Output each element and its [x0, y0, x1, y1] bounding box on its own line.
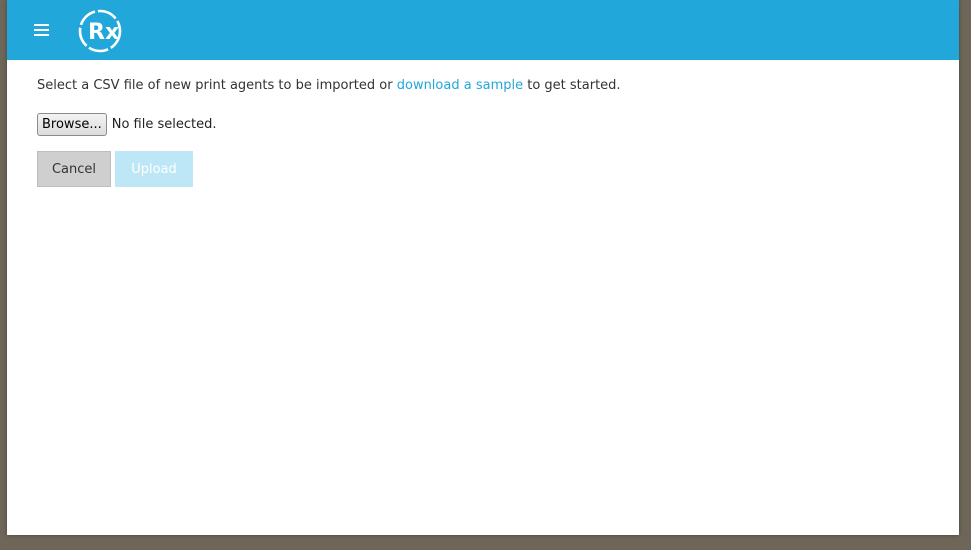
app-window: Rx Select a CSV file of new print agents…	[7, 0, 959, 535]
file-picker: Browse... No file selected.	[37, 112, 216, 136]
cancel-button[interactable]: Cancel	[37, 151, 111, 187]
top-bar: Rx	[7, 0, 959, 60]
logo-text: Rx	[88, 20, 119, 45]
instructions-text-after: to get started.	[523, 78, 621, 93]
menu-bar-line	[34, 34, 49, 36]
browse-button[interactable]: Browse...	[37, 112, 107, 136]
instructions-text-before: Select a CSV file of new print agents to…	[37, 78, 397, 93]
form-actions: Cancel Upload	[37, 151, 193, 187]
file-status-text: No file selected.	[111, 116, 217, 132]
import-instructions: Select a CSV file of new print agents to…	[37, 77, 937, 95]
hamburger-menu-icon[interactable]	[31, 18, 53, 42]
upload-button[interactable]: Upload	[115, 151, 193, 187]
menu-bar-line	[34, 24, 49, 26]
menu-bar-line	[34, 29, 49, 31]
download-sample-link[interactable]: download a sample	[397, 78, 523, 93]
rx-logo-icon[interactable]: Rx	[77, 8, 123, 54]
import-panel: Select a CSV file of new print agents to…	[37, 77, 937, 187]
